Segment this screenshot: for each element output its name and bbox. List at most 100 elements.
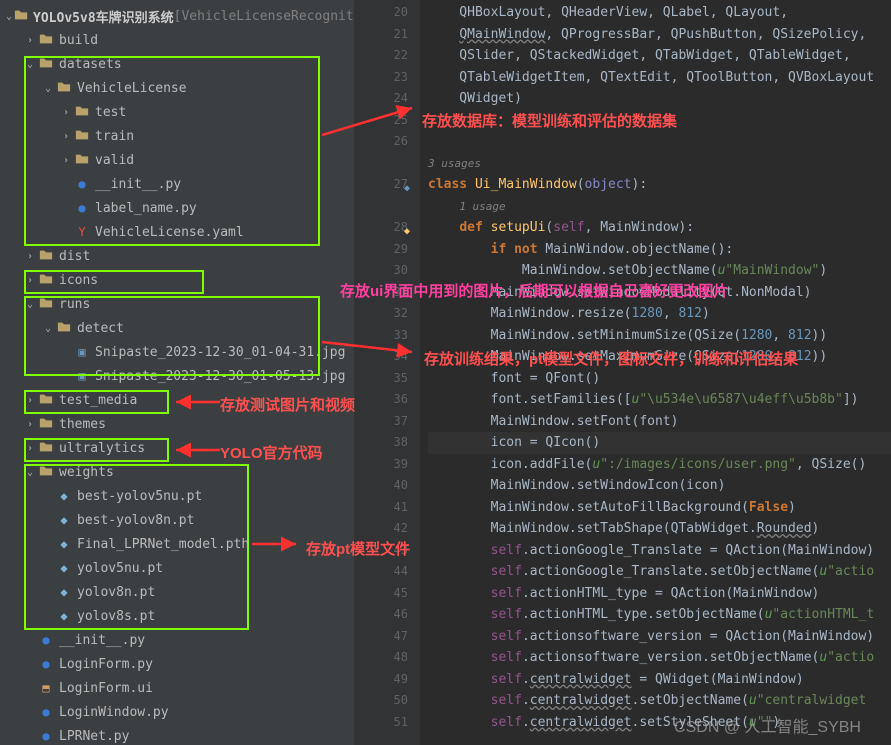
chevron-right-icon[interactable]: › — [24, 419, 36, 430]
code-line[interactable]: MainWindow.setFont(font) — [428, 411, 891, 433]
line-number: 33 — [355, 325, 408, 347]
chevron-down-icon[interactable]: ⌄ — [24, 467, 36, 478]
code-line[interactable]: QMainWindow, QProgressBar, QPushButton, … — [428, 24, 891, 46]
tree-item[interactable]: ◆best-yolov5nu.pt — [0, 484, 354, 508]
code-line[interactable]: MainWindow.setAutoFillBackground(False) — [428, 497, 891, 519]
tree-item[interactable]: ◆Final_LPRNet_model.pth — [0, 532, 354, 556]
code-line[interactable]: icon = QIcon() — [428, 432, 891, 454]
code-line[interactable]: QTableWidgetItem, QTextEdit, QToolButton… — [428, 67, 891, 89]
code-line[interactable]: self.centralwidget = QWidget(MainWindow) — [428, 669, 891, 691]
chevron-right-icon[interactable]: › — [24, 35, 36, 46]
folder-icon — [38, 272, 54, 288]
code-editor[interactable]: 20212223242526 27◆ 28◆293031323334353637… — [355, 0, 891, 745]
tree-item[interactable]: ●LoginWindow.py — [0, 700, 354, 724]
chevron-down-icon[interactable]: ⌄ — [24, 299, 36, 310]
code-line[interactable]: icon.addFile(u":/images/icons/user.png",… — [428, 454, 891, 476]
tree-item[interactable]: ▣ Snipaste_2023-12-30_01-05-13.jpg — [0, 364, 354, 388]
folder-icon — [74, 104, 90, 120]
chevron-right-icon[interactable]: › — [24, 275, 36, 286]
chevron-right-icon[interactable]: › — [60, 155, 72, 166]
code-line[interactable]: QHBoxLayout, QHeaderView, QLabel, QLayou… — [428, 2, 891, 24]
tree-item[interactable]: ⌄VehicleLicense — [0, 76, 354, 100]
tree-item[interactable]: ⬒LoginForm.ui — [0, 676, 354, 700]
tree-item[interactable]: ●LPRNet.py — [0, 724, 354, 745]
line-number: 25 — [355, 110, 408, 132]
code-line[interactable]: self.actionGoogle_Translate.setObjectNam… — [428, 561, 891, 583]
code-line[interactable]: if not MainWindow.objectName(): — [428, 239, 891, 261]
tree-item[interactable]: ●__init__.py — [0, 628, 354, 652]
tree-item[interactable]: YVehicleLicense.yaml — [0, 220, 354, 244]
code-area[interactable]: QHBoxLayout, QHeaderView, QLabel, QLayou… — [420, 0, 891, 745]
chevron-right-icon[interactable]: › — [60, 107, 72, 118]
tree-item[interactable]: ›test — [0, 100, 354, 124]
tree-item[interactable]: ›dist — [0, 244, 354, 268]
code-line[interactable]: self.actionHTML_type.setObjectName(u"act… — [428, 604, 891, 626]
code-line[interactable]: MainWindow.setObjectName(u"MainWindow") — [428, 260, 891, 282]
code-line[interactable]: class Ui_MainWindow(object): — [428, 174, 891, 196]
tree-item[interactable]: ●label_name.py — [0, 196, 354, 220]
tree-item[interactable]: ›valid — [0, 148, 354, 172]
tree-item[interactable]: ›icons — [0, 268, 354, 292]
chevron-right-icon[interactable]: › — [24, 443, 36, 454]
yaml-icon: Y — [74, 224, 90, 240]
code-line[interactable]: MainWindow.setMaximumSize(QSize(1280, 81… — [428, 346, 891, 368]
tree-item[interactable]: › build — [0, 28, 354, 52]
code-line[interactable]: MainWindow.setMinimumSize(QSize(1280, 81… — [428, 325, 891, 347]
chevron-right-icon[interactable]: › — [24, 395, 36, 406]
tree-item-label: train — [95, 129, 134, 144]
code-line[interactable]: self.actionsoftware_version = QAction(Ma… — [428, 626, 891, 648]
tree-item[interactable]: ◆yolov5nu.pt — [0, 556, 354, 580]
line-number: 31 — [355, 282, 408, 304]
line-number — [355, 153, 408, 175]
line-number: 34 — [355, 346, 408, 368]
tree-item[interactable]: › train — [0, 124, 354, 148]
tree-item[interactable]: ▣Snipaste_2023-12-30_01-04-31.jpg — [0, 340, 354, 364]
tree-item-label: Snipaste_2023-12-30_01-05-13.jpg — [95, 369, 345, 384]
chevron-down-icon[interactable]: ⌄ — [42, 83, 54, 94]
img-icon: ▣ — [74, 368, 90, 384]
tree-item[interactable]: ›test_media — [0, 388, 354, 412]
code-line[interactable]: QWidget) — [428, 88, 891, 110]
tree-item[interactable]: ●__init__.py — [0, 172, 354, 196]
code-line[interactable]: MainWindow.resize(1280, 812) — [428, 303, 891, 325]
tree-item[interactable]: ›ultralytics — [0, 436, 354, 460]
tree-item[interactable]: ◆yolov8n.pt — [0, 580, 354, 604]
code-line[interactable]: 1 usage — [428, 196, 891, 218]
chevron-right-icon[interactable]: › — [24, 251, 36, 262]
chevron-down-icon[interactable]: ⌄ — [24, 59, 36, 70]
tree-item-label: label_name.py — [95, 201, 197, 216]
chevron-right-icon[interactable]: › — [60, 131, 72, 142]
tree-item[interactable]: ⌄weights — [0, 460, 354, 484]
code-line[interactable]: font.setFamilies([u"\u534e\u6587\u4eff\u… — [428, 389, 891, 411]
code-line[interactable] — [428, 110, 891, 132]
tree-item-label: yolov8n.pt — [77, 585, 155, 600]
code-line[interactable]: 3 usages — [428, 153, 891, 175]
line-number: 46 — [355, 604, 408, 626]
tree-item[interactable]: ⌄YOLOv5v8车牌识别系统 [VehicleLicenseRecogniti… — [0, 4, 354, 28]
tree-item[interactable]: ›themes — [0, 412, 354, 436]
code-line[interactable]: MainWindow.setWindowModality(Qt.NonModal… — [428, 282, 891, 304]
tree-item[interactable]: ◆yolov8s.pt — [0, 604, 354, 628]
code-line[interactable]: font = QFont() — [428, 368, 891, 390]
code-line[interactable]: QSlider, QStackedWidget, QTabWidget, QTa… — [428, 45, 891, 67]
line-number: 22 — [355, 45, 408, 67]
line-number: 44 — [355, 561, 408, 583]
code-line[interactable]: MainWindow.setTabShape(QTabWidget.Rounde… — [428, 518, 891, 540]
chevron-down-icon[interactable]: ⌄ — [6, 11, 12, 22]
code-line[interactable]: self.actionHTML_type = QAction(MainWindo… — [428, 583, 891, 605]
tree-item[interactable]: ⌄datasets — [0, 52, 354, 76]
pt-icon: ◆ — [56, 560, 72, 576]
code-line[interactable]: def setupUi(self, MainWindow): — [428, 217, 891, 239]
code-line[interactable] — [428, 131, 891, 153]
tree-item-label: build — [59, 33, 98, 48]
tree-item[interactable]: ⌄runs — [0, 292, 354, 316]
tree-item[interactable]: ●LoginForm.py — [0, 652, 354, 676]
code-line[interactable]: self.actionsoftware_version.setObjectNam… — [428, 647, 891, 669]
tree-item[interactable]: ⌄detect — [0, 316, 354, 340]
project-tree[interactable]: ⌄YOLOv5v8车牌识别系统 [VehicleLicenseRecogniti… — [0, 0, 355, 745]
code-line[interactable]: self.centralwidget.setObjectName(u"centr… — [428, 690, 891, 712]
tree-item[interactable]: ◆best-yolov8n.pt — [0, 508, 354, 532]
code-line[interactable]: MainWindow.setWindowIcon(icon) — [428, 475, 891, 497]
code-line[interactable]: self.actionGoogle_Translate = QAction(Ma… — [428, 540, 891, 562]
chevron-down-icon[interactable]: ⌄ — [42, 323, 54, 334]
